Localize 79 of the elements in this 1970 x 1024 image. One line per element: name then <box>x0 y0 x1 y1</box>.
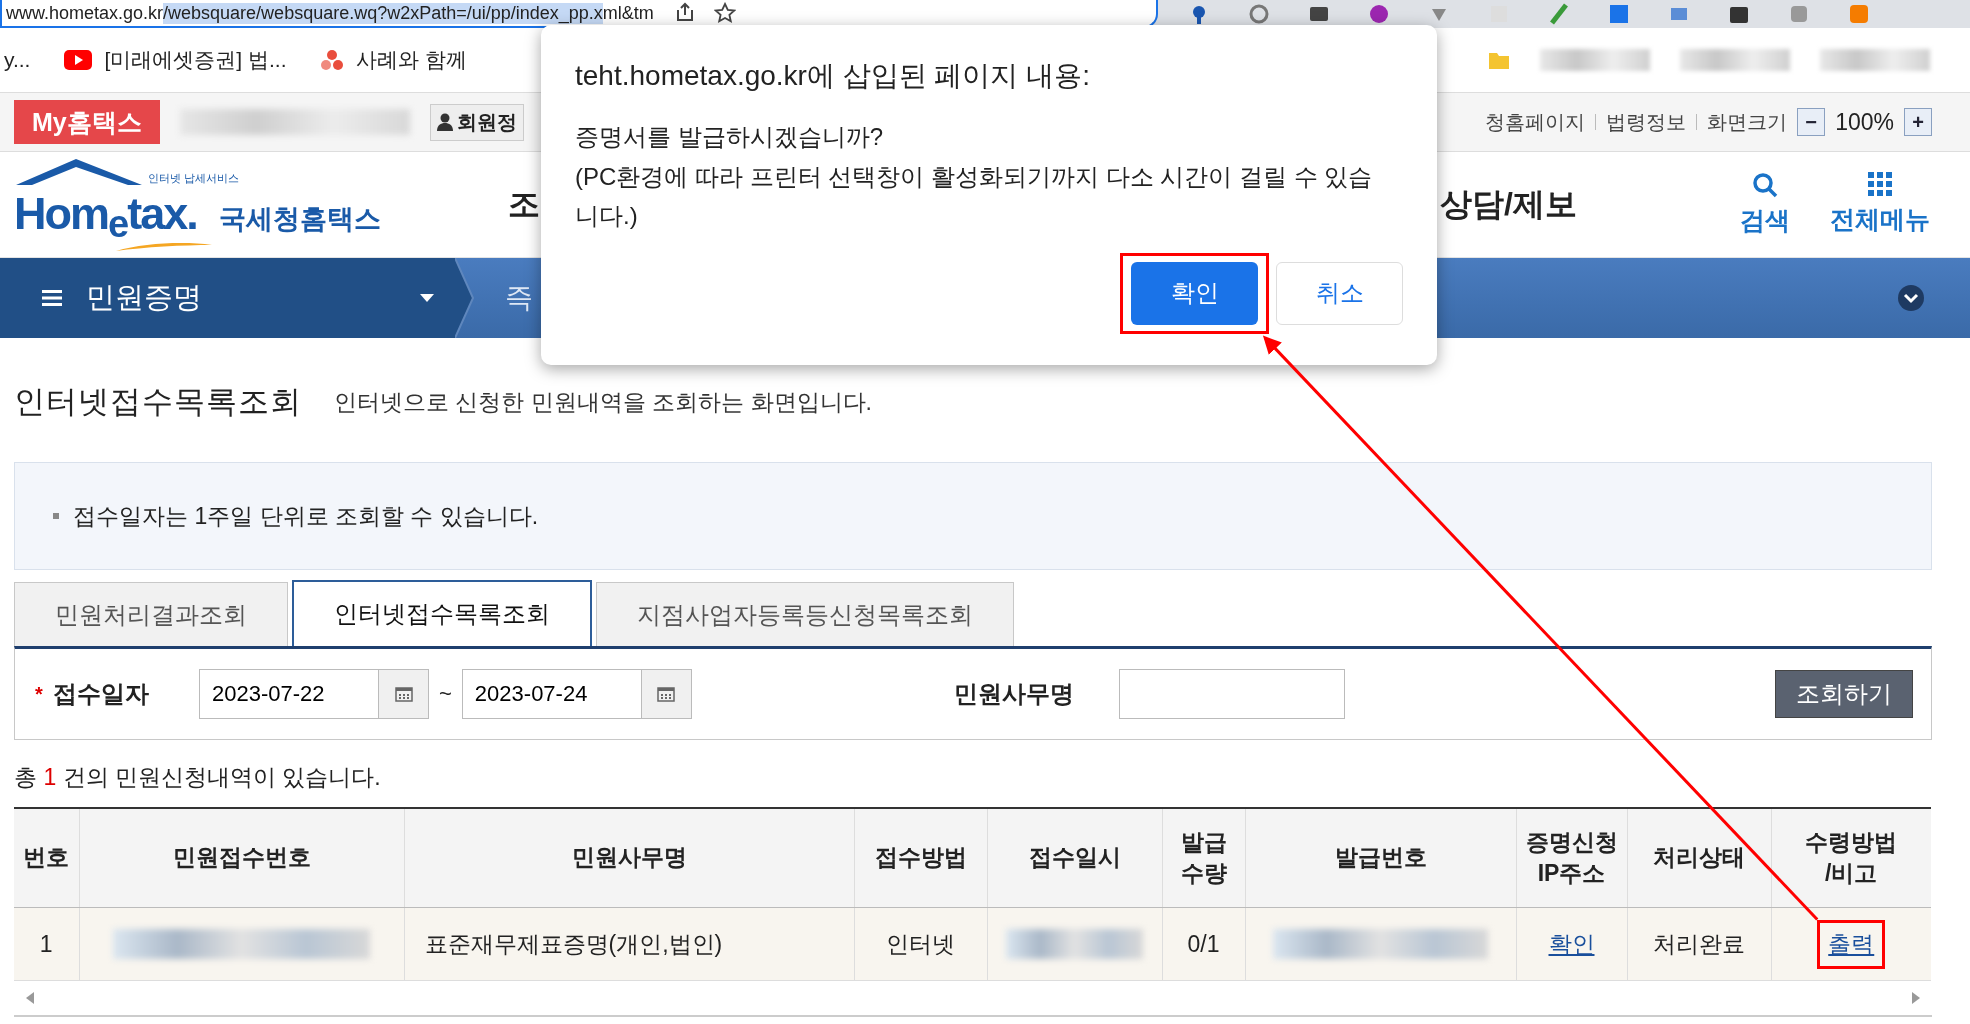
extension-icon <box>1848 3 1870 25</box>
top-link[interactable]: 화면크기 <box>1707 108 1788 136</box>
table-cell: 1 <box>14 907 79 981</box>
breadcrumb-arrow-icon <box>455 258 475 338</box>
table-cell: 인터넷 <box>854 907 987 981</box>
bookmark-link[interactable]: y... <box>4 48 31 72</box>
column-header: 접수방법 <box>854 808 987 908</box>
page-title: 인터넷접수목록조회 <box>14 383 302 421</box>
extension-icon <box>1788 3 1810 25</box>
my-hometax-button[interactable]: My홈택스 <box>14 100 160 144</box>
menu-item[interactable]: 상담/제보 <box>1440 182 1577 227</box>
top-link[interactable]: 법령정보 <box>1606 108 1687 136</box>
extension-icon <box>1368 3 1390 25</box>
tab[interactable]: 인터넷접수목록조회 <box>292 580 592 646</box>
column-header: 증명신청 IP주소 <box>1516 808 1627 908</box>
column-header: 접수일시 <box>987 808 1162 908</box>
zoom-level: 100% <box>1835 108 1894 136</box>
search-icon <box>1752 172 1778 198</box>
search-button[interactable]: 조회하기 <box>1775 670 1913 718</box>
video-icon <box>64 50 93 70</box>
result-summary: 총 1 건의 민원신청내역이 있습니다. <box>14 763 382 792</box>
cancel-button[interactable]: 취소 <box>1276 261 1403 325</box>
column-header: 발급번호 <box>1245 808 1516 908</box>
logo-subtitle: 국세청홈택스 <box>219 202 381 236</box>
scroll-left-icon <box>26 992 34 1004</box>
calendar-button[interactable] <box>641 669 692 719</box>
tab[interactable]: 지점사업자등록등신청목록조회 <box>596 582 1014 646</box>
table-cell: 표준재무제표증명(개인,법인) <box>404 907 854 981</box>
date-field[interactable]: 2023-07-22 <box>199 669 379 719</box>
roof-icon <box>14 156 144 187</box>
menu-icon <box>42 289 62 307</box>
name-label: 민원사무명 <box>953 679 1075 709</box>
extension-icon <box>1608 3 1630 25</box>
star-icon <box>713 2 736 24</box>
breadcrumb-link[interactable]: 즉 <box>505 279 533 317</box>
zoom-in-button[interactable]: + <box>1904 108 1932 136</box>
column-header: 번호 <box>14 808 79 908</box>
grid-menu-icon <box>1867 172 1893 197</box>
notice-text: 접수일자는 1주일 단위로 조회할 수 있습니다. <box>73 501 539 531</box>
extension-icon <box>1248 3 1270 25</box>
chevron-down-icon <box>1897 284 1925 312</box>
column-header: 민원접수번호 <box>79 808 404 908</box>
table-cell: 처리완료 <box>1627 907 1771 981</box>
bullet-icon <box>53 513 59 519</box>
top-link[interactable]: 청홈페이지 <box>1485 108 1586 136</box>
column-header: 수령방법 /비고 <box>1771 808 1931 908</box>
zoom-out-button[interactable]: − <box>1797 108 1826 136</box>
tool-link[interactable]: 전체메뉴 <box>1830 203 1930 236</box>
column-header: 처리상태 <box>1627 808 1771 908</box>
date-label: 접수일자 <box>52 679 149 709</box>
logo-tagline: 인터넷 납세서비스 <box>148 172 240 184</box>
calendar-icon <box>394 686 413 702</box>
confirm-button[interactable]: 확인 <box>1131 261 1258 325</box>
menu-item[interactable]: 조 <box>508 182 540 227</box>
person-icon <box>436 113 453 131</box>
calendar-button[interactable] <box>379 669 429 719</box>
name-field[interactable] <box>1118 669 1345 719</box>
required-mark: * <box>35 682 43 706</box>
dialog-message: 증명서를 발급하시겠습니까? (PC환경에 따라 프린터 선택창이 활성화되기까지 다소 시간이 걸릴 수 있습니다.) <box>575 122 1374 232</box>
table-link[interactable]: 확인 <box>1548 930 1595 957</box>
extension-icon <box>1548 3 1570 25</box>
caret-icon <box>420 294 434 302</box>
bookmark-link[interactable]: 사례와 함께 <box>356 46 468 74</box>
column-header: 발급 수량 <box>1162 808 1245 908</box>
page-description: 인터넷으로 신청한 민원내역을 조회하는 화면입니다. <box>334 387 872 417</box>
bookmark-link[interactable]: [미래에셋증권] 법... <box>104 46 287 74</box>
address-field[interactable]: www.hometax.go.kr/websquare/websquare.wq?w2xPath=/ui/pp/index_pp.xml&tm <box>0 0 1158 28</box>
logo-wordmark: Hom$_{e}$tax. <box>14 190 197 236</box>
dots-icon <box>320 49 345 71</box>
range-separator: ~ <box>439 681 452 707</box>
table-link[interactable]: 출력 <box>1828 930 1875 957</box>
column-header: 민원사무명 <box>404 808 854 908</box>
table-cell: 0/1 <box>1162 907 1245 981</box>
tool-link[interactable]: 검색 <box>1740 204 1790 237</box>
calendar-icon <box>657 686 676 702</box>
date-field[interactable]: 2023-07-24 <box>461 669 642 719</box>
dialog-title: teht.hometax.go.kr에 삽입된 페이지 내용: <box>575 59 1092 93</box>
tab[interactable]: 민원처리결과조회 <box>14 582 288 646</box>
scroll-right-icon <box>1912 992 1920 1004</box>
